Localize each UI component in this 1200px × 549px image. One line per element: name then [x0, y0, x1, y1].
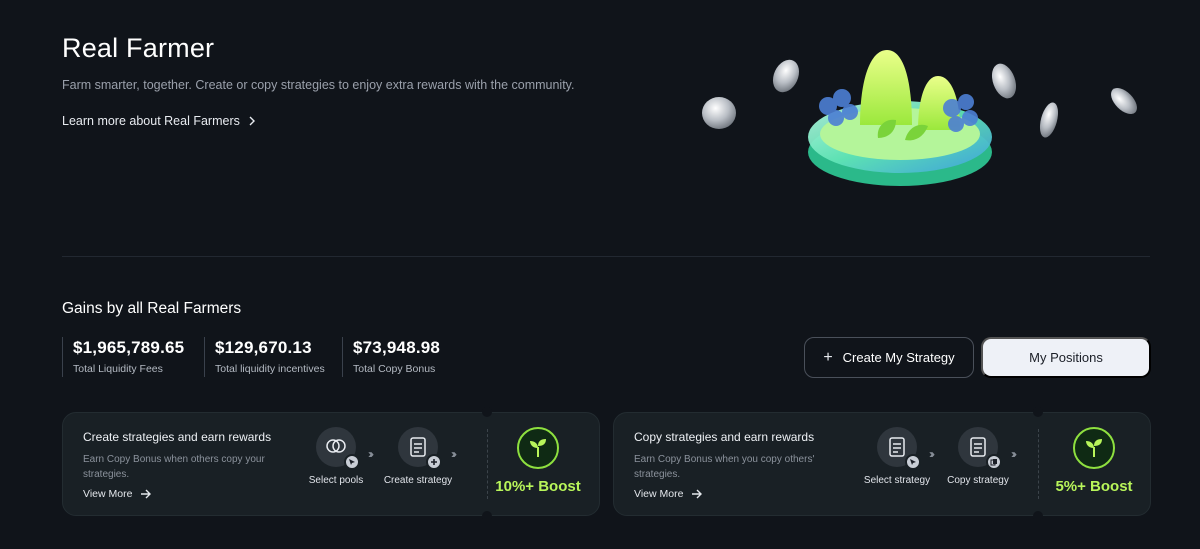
cursor-icon: [344, 454, 360, 470]
step-label: Copy strategy: [947, 475, 1009, 486]
step-copy-strategy: Copy strategy: [942, 427, 1014, 488]
stat-value: $1,965,789.65: [73, 338, 185, 357]
create-my-strategy-label: Create My Strategy: [842, 350, 955, 365]
learn-more-label: Learn more about Real Farmers: [62, 114, 240, 128]
step-label: Select strategy: [863, 475, 931, 486]
sprout-icon: [1073, 427, 1115, 469]
my-positions-button[interactable]: My Positions: [981, 337, 1151, 378]
card-dashed-divider: [1038, 429, 1039, 499]
double-chevron-icon: ›››: [1011, 447, 1017, 461]
card-title: Create strategies and earn rewards: [83, 430, 272, 444]
cursor-icon: [905, 454, 921, 470]
arrow-right-icon: [141, 489, 152, 499]
strategy-document-icon: [877, 427, 921, 470]
learn-more-link[interactable]: Learn more about Real Farmers: [62, 114, 256, 128]
gains-title: Gains by all Real Farmers: [62, 300, 242, 317]
step-label: Select pools: [308, 475, 364, 486]
chevron-right-icon: [249, 116, 255, 126]
card-description: Earn Copy Bonus when others copy your st…: [83, 454, 265, 480]
hero-section: Real Farmer Farm smarter, together. Crea…: [62, 32, 682, 130]
stat-total-liquidity-incentives: $129,670.13 Total liquidity incentives: [204, 337, 326, 377]
double-chevron-icon: ›››: [368, 447, 374, 461]
stat-value: $73,948.98: [353, 338, 441, 357]
ticket-notch: [482, 511, 492, 521]
ticket-notch: [482, 407, 492, 417]
step-create-strategy: Create strategy: [382, 427, 454, 488]
stat-total-copy-bonus: $73,948.98 Total Copy Bonus: [342, 337, 452, 377]
create-strategy-card: Create strategies and earn rewards Earn …: [62, 407, 600, 521]
stat-label: Total Copy Bonus: [353, 363, 436, 375]
double-chevron-icon: ›››: [451, 447, 457, 461]
ticket-notch: [1033, 511, 1043, 521]
plus-icon: [426, 454, 442, 470]
stat-total-liquidity-fees: $1,965,789.65 Total Liquidity Fees: [62, 337, 188, 377]
boost-label: 5%+ Boost: [1055, 478, 1133, 495]
view-more-link[interactable]: View More: [83, 488, 152, 500]
boost-badge: 5%+ Boost: [1044, 427, 1144, 495]
my-positions-label: My Positions: [1029, 350, 1103, 365]
view-more-label: View More: [634, 488, 684, 500]
view-more-link[interactable]: View More: [634, 488, 703, 500]
stats-row: $1,965,789.65 Total Liquidity Fees $129,…: [62, 337, 468, 377]
arrow-right-icon: [692, 489, 703, 499]
step-select-strategy: Select strategy: [861, 427, 933, 488]
boost-badge: 10%+ Boost: [488, 427, 588, 495]
view-more-label: View More: [83, 488, 133, 500]
copy-strategy-card: Copy strategies and earn rewards Earn Co…: [613, 407, 1151, 521]
page-subtitle: Farm smarter, together. Create or copy s…: [62, 78, 575, 92]
stat-value: $129,670.13: [215, 338, 312, 357]
step-label: Create strategy: [383, 475, 453, 486]
pools-icon: [316, 427, 360, 470]
card-title: Copy strategies and earn rewards: [634, 430, 815, 444]
boost-label: 10%+ Boost: [495, 478, 581, 495]
page-title: Real Farmer: [62, 33, 215, 63]
farm-island-illustration: [702, 50, 1137, 186]
hills: [860, 50, 960, 130]
step-select-pools: Select pools: [300, 427, 372, 488]
copy-icon: [986, 454, 1002, 470]
double-chevron-icon: ›››: [929, 447, 935, 461]
stat-label: Total liquidity incentives: [215, 363, 325, 375]
ticket-notch: [1033, 407, 1043, 417]
plus-icon: +: [823, 348, 833, 366]
section-divider: [62, 256, 1150, 257]
card-description: Earn Copy Bonus when you copy others' st…: [634, 454, 815, 480]
sprout-icon: [517, 427, 559, 469]
create-my-strategy-button[interactable]: + Create My Strategy: [804, 337, 974, 378]
strategy-document-icon: [398, 427, 442, 470]
strategy-document-icon: [958, 427, 1002, 470]
stat-label: Total Liquidity Fees: [73, 363, 163, 375]
